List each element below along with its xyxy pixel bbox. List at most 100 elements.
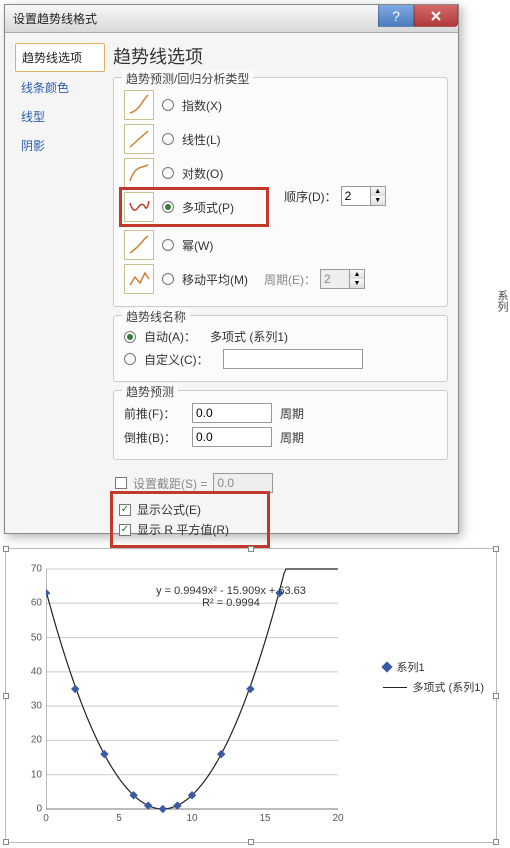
spin-down-icon[interactable]: ▼ [371, 196, 385, 205]
moving-avg-icon [124, 264, 154, 294]
line-icon [383, 687, 407, 688]
linear-icon [124, 124, 154, 154]
y-tick: 10 [31, 769, 42, 780]
intercept-input [213, 473, 273, 493]
type-group-legend: 趋势预测/回归分析类型 [122, 70, 253, 87]
intercept-row[interactable]: 设置截距(S) = [115, 473, 448, 493]
forward-input[interactable] [192, 403, 272, 423]
backward-unit: 周期 [280, 429, 304, 446]
legend-series: 系列1 [397, 659, 425, 675]
label-exponential: 指数(X) [182, 97, 222, 114]
resize-handle[interactable] [3, 693, 9, 699]
x-tick: 15 [259, 813, 270, 824]
x-tick: 5 [116, 813, 122, 824]
resize-handle[interactable] [3, 839, 9, 845]
label-auto-name: 自动(A)： [144, 328, 196, 345]
x-tick: 0 [43, 813, 49, 824]
label-linear: 线性(L) [182, 131, 221, 148]
radio-auto-name[interactable] [124, 331, 136, 343]
type-row-exponential[interactable]: 指数(X) [124, 90, 437, 120]
order-input[interactable] [341, 186, 371, 206]
side-label: 系列 [494, 290, 510, 312]
type-row-logarithmic[interactable]: 对数(O) [124, 158, 437, 188]
y-tick: 0 [36, 804, 42, 815]
exponential-icon [124, 90, 154, 120]
y-tick: 50 [31, 632, 42, 643]
logarithmic-icon [124, 158, 154, 188]
name-group-legend: 趋势线名称 [122, 308, 190, 325]
radio-moving-avg[interactable] [162, 273, 174, 285]
type-row-power[interactable]: 幂(W) [124, 230, 437, 260]
checkbox-intercept[interactable] [115, 477, 127, 489]
type-group: 趋势预测/回归分析类型 指数(X) 线性(L) 对数(O) [113, 77, 448, 307]
backward-input[interactable] [192, 427, 272, 447]
checkbox-show-r2[interactable] [119, 524, 131, 536]
legend-trendline: 多项式 (系列1) [413, 679, 485, 695]
type-row-linear[interactable]: 线性(L) [124, 124, 437, 154]
dialog-title: 设置趋势线格式 [13, 10, 97, 27]
resize-handle[interactable] [493, 693, 499, 699]
resize-handle[interactable] [248, 546, 254, 552]
resize-handle[interactable] [493, 839, 499, 845]
show-equation-row[interactable]: 显示公式(E) [119, 501, 261, 518]
y-tick: 20 [31, 735, 42, 746]
radio-linear[interactable] [162, 133, 174, 145]
label-power: 幂(W) [182, 237, 213, 254]
y-tick: 40 [31, 666, 42, 677]
close-button[interactable] [414, 5, 458, 27]
period-input [320, 269, 350, 289]
nav-item-options[interactable]: 趋势线选项 [15, 43, 105, 72]
auto-name-value: 多项式 (系列1) [210, 328, 288, 345]
y-tick: 30 [31, 701, 42, 712]
diamond-icon [381, 661, 392, 672]
resize-handle[interactable] [493, 546, 499, 552]
nav-pane: 趋势线选项 线条颜色 线型 阴影 [15, 43, 105, 523]
format-trendline-dialog: 设置趋势线格式 ? 趋势线选项 线条颜色 线型 阴影 趋势线选项 趋势预测/回归… [4, 4, 459, 534]
y-tick: 60 [31, 598, 42, 609]
label-custom-name: 自定义(C)： [144, 351, 209, 368]
forward-label: 前推(F)： [124, 405, 184, 422]
show-r2-row[interactable]: 显示 R 平方值(R) [119, 521, 261, 538]
resize-handle[interactable] [248, 839, 254, 845]
period-label: 周期(E)： [264, 271, 316, 288]
polynomial-icon [124, 192, 154, 222]
label-polynomial: 多项式(P) [182, 199, 234, 216]
x-tick: 10 [186, 813, 197, 824]
chart-legend[interactable]: 系列1 多项式 (系列1) [383, 655, 485, 699]
titlebar[interactable]: 设置趋势线格式 ? [5, 5, 458, 33]
resize-handle[interactable] [3, 546, 9, 552]
radio-logarithmic[interactable] [162, 167, 174, 179]
order-spinner[interactable]: ▲▼ [341, 186, 386, 206]
close-icon [430, 10, 442, 22]
help-button[interactable]: ? [378, 5, 414, 27]
radio-power[interactable] [162, 239, 174, 251]
radio-custom-name[interactable] [124, 353, 136, 365]
label-moving-avg: 移动平均(M) [182, 271, 248, 288]
type-row-polynomial[interactable]: 多项式(P) [124, 192, 264, 222]
radio-exponential[interactable] [162, 99, 174, 111]
plot-area[interactable]: y = 0.9949x² - 15.909x + 63.63 R² = 0.99… [46, 565, 342, 827]
chart-object[interactable]: y = 0.9949x² - 15.909x + 63.63 R² = 0.99… [5, 548, 497, 843]
name-group: 趋势线名称 自动(A)： 多项式 (系列1) 自定义(C)： [113, 315, 448, 382]
label-logarithmic: 对数(O) [182, 165, 223, 182]
equation-label[interactable]: y = 0.9949x² - 15.909x + 63.63 R² = 0.99… [126, 585, 336, 609]
label-show-equation: 显示公式(E) [137, 501, 201, 518]
power-icon [124, 230, 154, 260]
custom-name-input[interactable] [223, 349, 363, 369]
nav-item-shadow[interactable]: 阴影 [15, 132, 105, 159]
order-label: 顺序(D)： [284, 188, 337, 205]
type-row-moving-avg[interactable]: 移动平均(M) 周期(E)： ▲▼ [124, 264, 437, 294]
backward-label: 倒推(B)： [124, 429, 184, 446]
spin-up-icon[interactable]: ▲ [371, 187, 385, 196]
forecast-group: 趋势预测 前推(F)： 周期 倒推(B)： 周期 [113, 390, 448, 460]
period-spinner: ▲▼ [320, 269, 365, 289]
checkbox-show-equation[interactable] [119, 504, 131, 516]
radio-polynomial[interactable] [162, 201, 174, 213]
forecast-group-legend: 趋势预测 [122, 383, 178, 400]
nav-item-line-style[interactable]: 线型 [15, 103, 105, 130]
label-intercept: 设置截距(S) = [133, 475, 207, 492]
content-heading: 趋势线选项 [113, 43, 448, 69]
nav-item-line-color[interactable]: 线条颜色 [15, 74, 105, 101]
y-tick: 70 [31, 564, 42, 575]
forward-unit: 周期 [280, 405, 304, 422]
